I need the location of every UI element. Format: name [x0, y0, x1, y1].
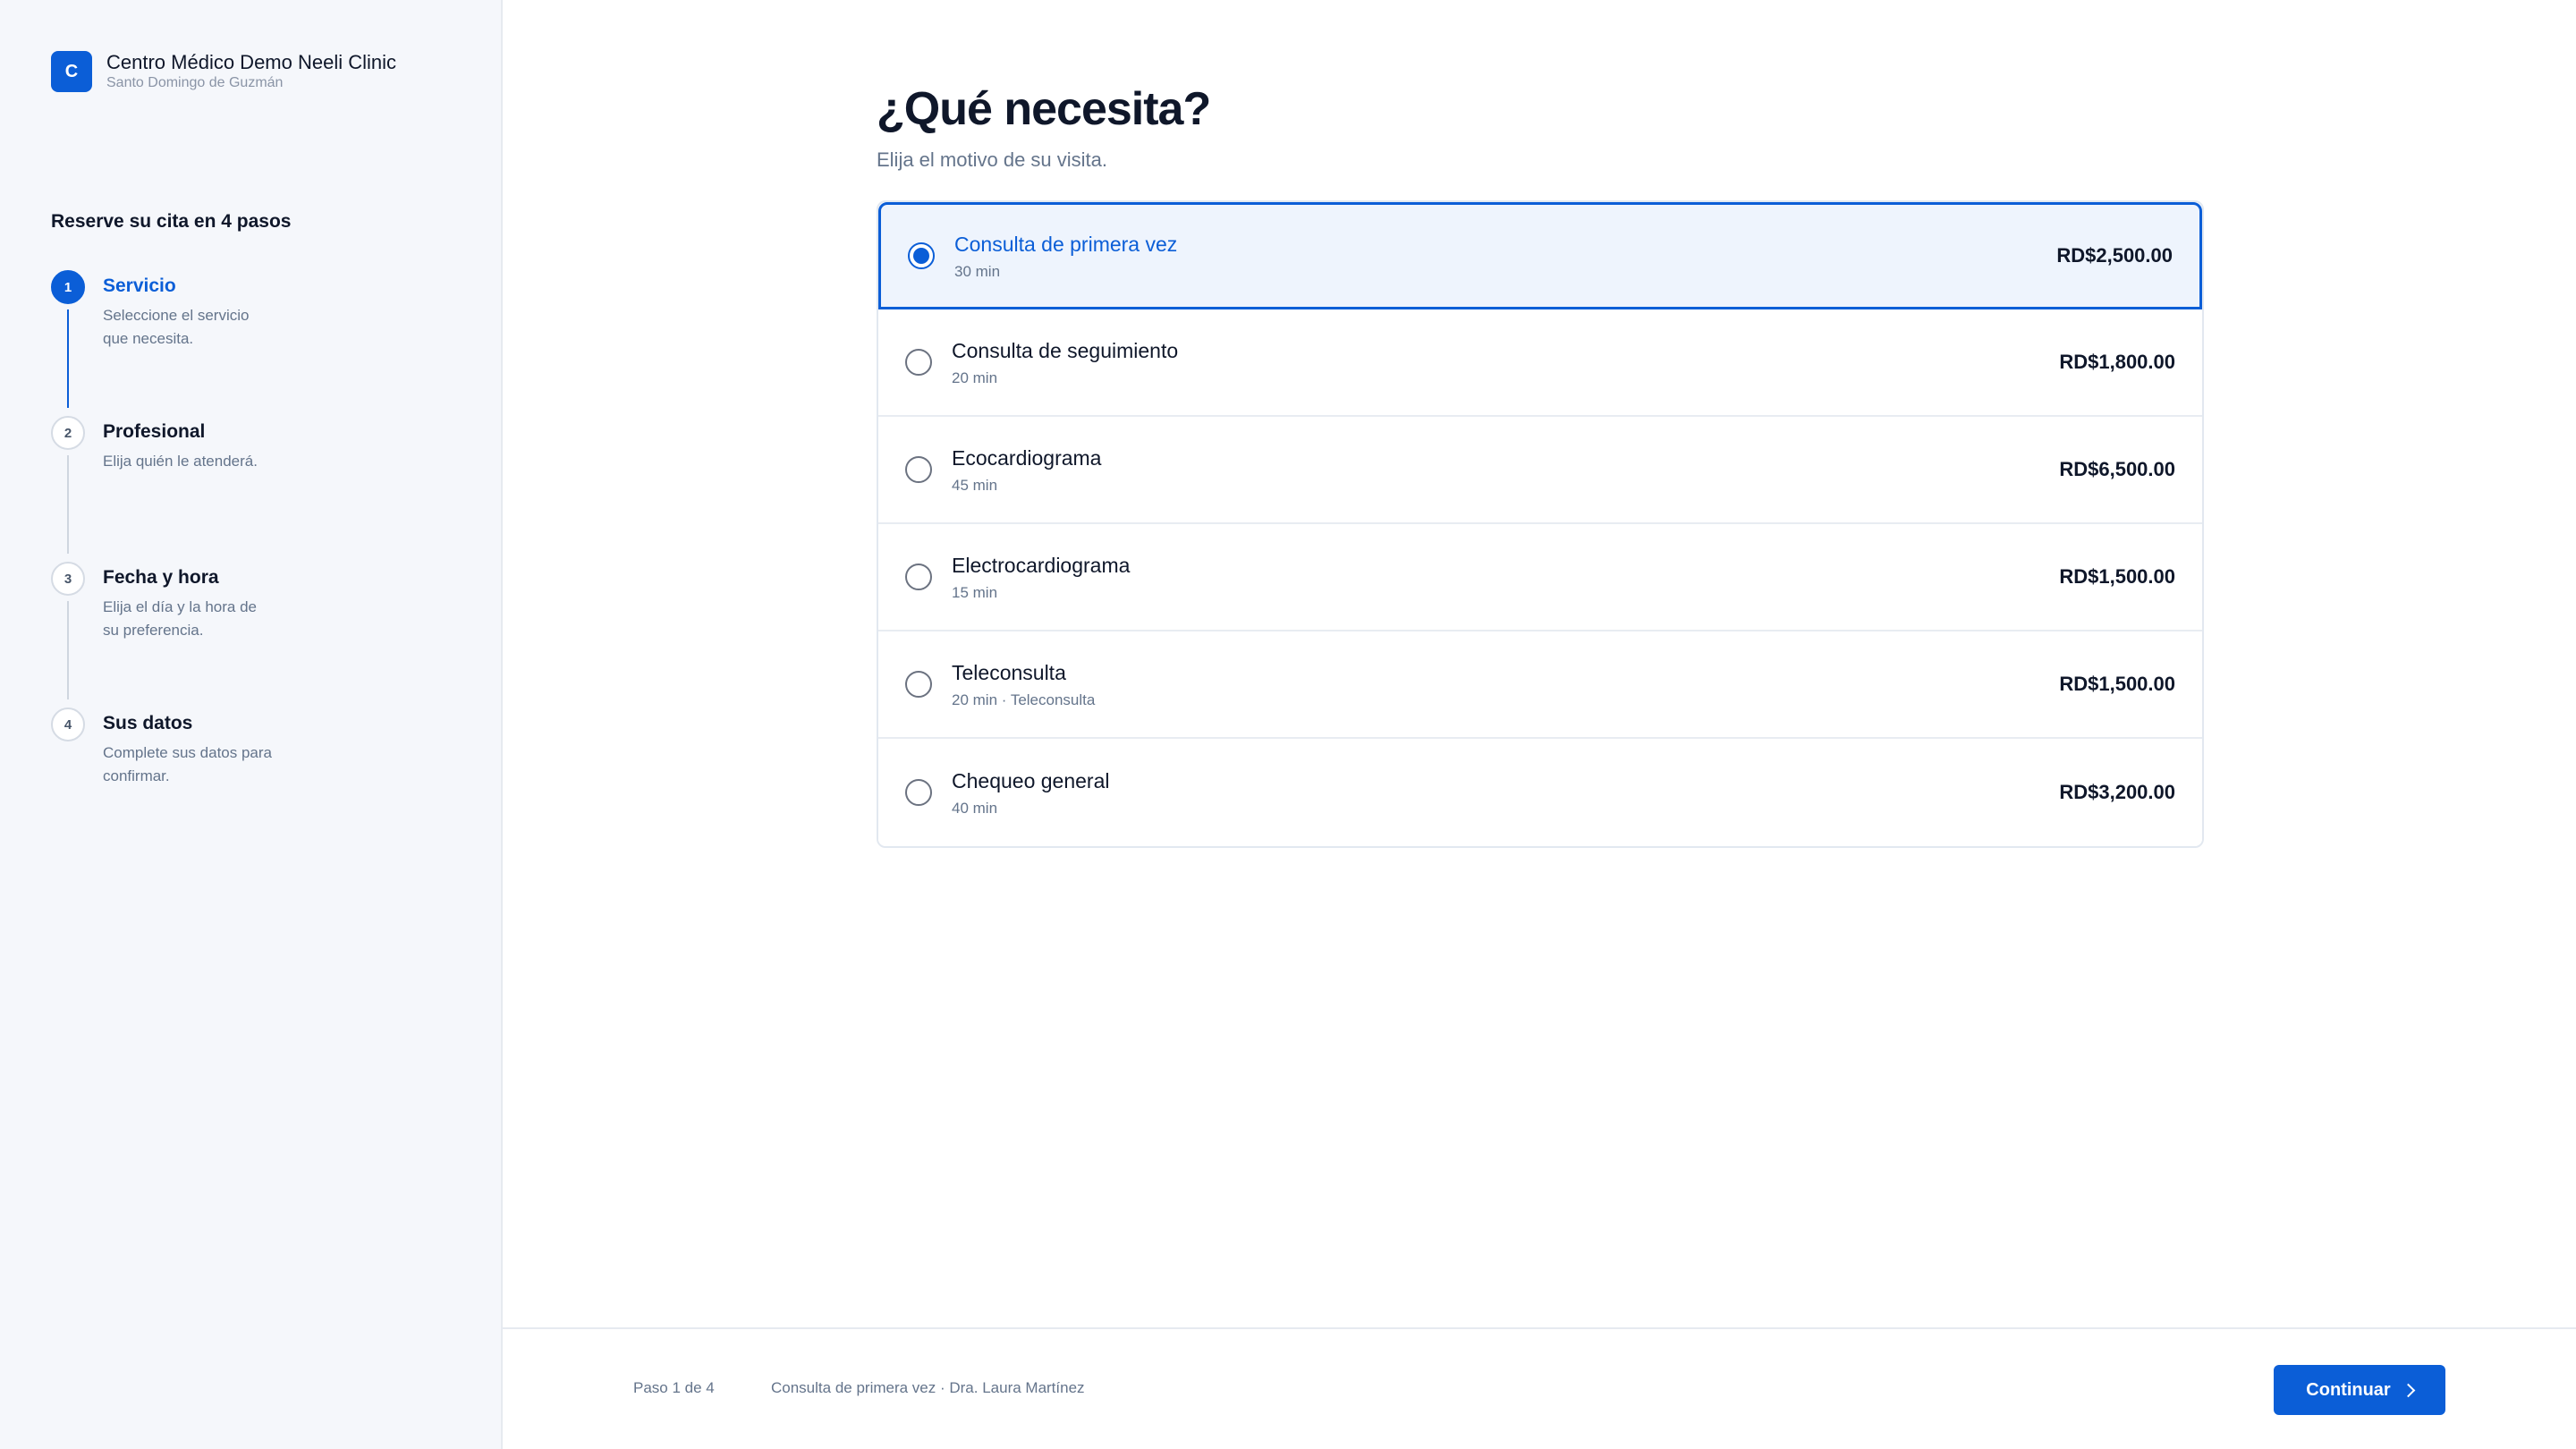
footer-bar: Paso 1 de 4 Consulta de primera vez · Dr…: [503, 1327, 2576, 1449]
page-title: ¿Qué necesita?: [877, 83, 1211, 135]
service-duration: 20 min · Teleconsulta: [952, 691, 1096, 708]
booking-app: C Centro Médico Demo Neeli Clinic Santo …: [0, 0, 2576, 1449]
service-option-seguimiento[interactable]: Consulta de seguimiento 20 min RD$1,800.…: [878, 309, 2202, 417]
service-duration: 45 min: [952, 477, 998, 494]
step-sus-datos: 4 Sus datos Complete sus datos para conf…: [51, 708, 462, 806]
step-description: Elija el día y la hora de su preferencia…: [103, 598, 257, 639]
service-name: Consulta de primera vez: [954, 233, 1178, 256]
brand-logo: C: [51, 51, 92, 92]
step-servicio: 1 Servicio Seleccione el servicio que ne…: [51, 270, 462, 416]
service-option-electrocardiograma[interactable]: Electrocardiograma 15 min RD$1,500.00: [878, 524, 2202, 631]
continue-button[interactable]: Continuar: [2274, 1365, 2445, 1415]
radio-button[interactable]: [905, 456, 932, 483]
radio-button[interactable]: [905, 671, 932, 698]
brand-name: Centro Médico Demo Neeli Clinic: [106, 51, 397, 73]
service-option-ecocardiograma[interactable]: Ecocardiograma 45 min RD$6,500.00: [878, 417, 2202, 524]
step-connector: [67, 455, 69, 554]
step-description: Complete sus datos para confirmar.: [103, 744, 272, 784]
step-connector: [67, 601, 69, 699]
step-label: Profesional: [103, 421, 206, 442]
service-duration: 30 min: [954, 263, 1001, 280]
step-description: Seleccione el servicio que necesita.: [103, 307, 250, 347]
service-name: Chequeo general: [952, 769, 1110, 792]
stepper: 1 Servicio Seleccione el servicio que ne…: [51, 270, 462, 806]
service-duration: 20 min: [952, 369, 998, 386]
step-connector: [67, 309, 69, 408]
continue-button-label: Continuar: [2306, 1379, 2391, 1400]
radio-button[interactable]: [905, 779, 932, 806]
step-label: Fecha y hora: [103, 567, 219, 588]
service-option-primera-vez[interactable]: Consulta de primera vez 30 min RD$2,500.…: [878, 202, 2202, 309]
step-number: 1: [51, 270, 85, 304]
step-fecha-hora: 3 Fecha y hora Elija el día y la hora de…: [51, 562, 462, 708]
step-profesional: 2 Profesional Elija quién le atenderá.: [51, 416, 462, 562]
service-price: RD$3,200.00: [2059, 781, 2175, 803]
service-price: RD$1,800.00: [2059, 351, 2175, 373]
service-name: Electrocardiograma: [952, 554, 1131, 577]
sidebar: C Centro Médico Demo Neeli Clinic Santo …: [0, 0, 503, 1449]
step-number: 2: [51, 416, 85, 450]
step-number: 4: [51, 708, 85, 741]
steps-title: Reserve su cita en 4 pasos: [51, 211, 292, 232]
service-list: Consulta de primera vez 30 min RD$2,500.…: [877, 200, 2204, 848]
service-price: RD$1,500.00: [2059, 673, 2175, 695]
step-indicator: Paso 1 de 4: [633, 1379, 715, 1396]
radio-button[interactable]: [905, 349, 932, 376]
service-name: Ecocardiograma: [952, 446, 1102, 470]
step-label: Sus datos: [103, 713, 193, 733]
service-duration: 40 min: [952, 800, 998, 817]
radio-selected-dot: [913, 248, 929, 264]
step-number: 3: [51, 562, 85, 596]
service-name: Consulta de seguimiento: [952, 339, 1179, 362]
service-name: Teleconsulta: [952, 661, 1066, 684]
brand-city: Santo Domingo de Guzmán: [106, 75, 284, 90]
chevron-right-icon: [2401, 1383, 2415, 1398]
brand: C Centro Médico Demo Neeli Clinic Santo …: [51, 51, 396, 92]
main-panel: ¿Qué necesita? Elija el motivo de su vis…: [503, 0, 2576, 1449]
radio-button[interactable]: [908, 242, 935, 269]
selection-summary: Consulta de primera vez · Dra. Laura Mar…: [771, 1379, 1085, 1396]
service-price: RD$2,500.00: [2056, 244, 2173, 267]
radio-button[interactable]: [905, 564, 932, 590]
step-description: Elija quién le atenderá.: [103, 453, 258, 470]
page-subtitle: Elija el motivo de su visita.: [877, 148, 1107, 171]
service-price: RD$1,500.00: [2059, 565, 2175, 588]
step-label: Servicio: [103, 275, 176, 296]
service-price: RD$6,500.00: [2059, 458, 2175, 480]
service-option-chequeo-general[interactable]: Chequeo general 40 min RD$3,200.00: [878, 739, 2202, 846]
service-duration: 15 min: [952, 584, 998, 601]
service-option-teleconsulta[interactable]: Teleconsulta 20 min · Teleconsulta RD$1,…: [878, 631, 2202, 739]
